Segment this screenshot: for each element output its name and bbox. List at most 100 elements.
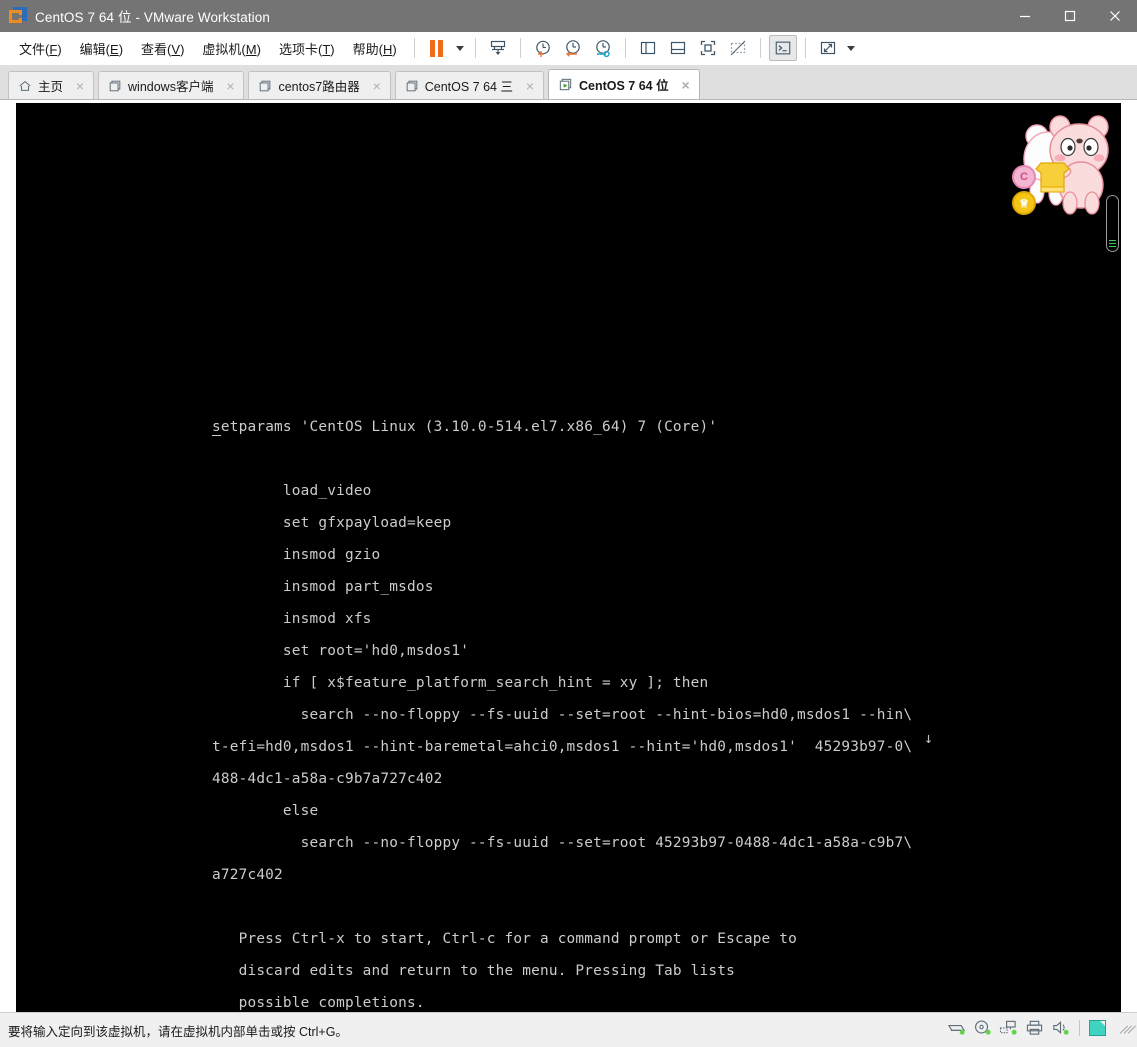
tab-centos7-router[interactable]: centos7路由器 ×	[248, 71, 391, 99]
send-ctrl-alt-del-button[interactable]	[484, 35, 512, 61]
tab-home[interactable]: 主页 ×	[8, 71, 95, 99]
console-help-line: discard edits and return to the menu. Pr…	[212, 963, 735, 979]
show-bottom-pane-button[interactable]	[664, 35, 692, 61]
console-line: set gfxpayload=keep	[212, 515, 452, 531]
snapshot-manager-button[interactable]	[589, 35, 617, 61]
minimize-icon	[1019, 15, 1030, 18]
toolbar-separator	[804, 38, 806, 58]
menu-view[interactable]: 查看(V)	[132, 35, 193, 62]
vm-console-screen[interactable]: setparams 'CentOS Linux (3.10.0-514.el7.…	[16, 103, 1121, 1013]
menu-tabs[interactable]: 选项卡(T)	[270, 35, 344, 62]
home-icon	[18, 79, 32, 93]
console-line: setparams 'CentOS Linux (3.10.0-514.el7.…	[212, 419, 912, 436]
close-icon	[1109, 11, 1120, 21]
console-line: insmod xfs	[212, 611, 372, 627]
console-scroll-down-indicator: ↓	[924, 729, 934, 747]
window-title-bar: CentOS 7 64 位 - VMware Workstation	[0, 0, 1137, 32]
console-line-rest: etparams 'CentOS Linux (3.10.0-514.el7.x…	[220, 419, 718, 435]
pane-left-icon	[640, 41, 655, 55]
tab-label: CentOS 7 64 三	[424, 80, 513, 94]
toolbar-separator	[474, 38, 476, 58]
console-line: insmod gzio	[212, 547, 381, 563]
tab-close-icon[interactable]: ×	[370, 79, 384, 93]
pause-dropdown-button[interactable]	[452, 35, 468, 61]
console-line: set root='hd0,msdos1'	[212, 643, 470, 659]
full-screen-button[interactable]	[694, 35, 722, 61]
tab-centos7-64-active[interactable]: CentOS 7 64 位 ×	[547, 69, 700, 99]
menu-help[interactable]: 帮助(H)	[344, 35, 406, 62]
sticker-badge-pink: C	[1012, 165, 1036, 189]
cursor-underline: s	[212, 419, 221, 436]
vm-screen-icon	[405, 79, 419, 93]
status-separator	[1079, 1019, 1080, 1036]
tab-close-icon[interactable]: ×	[73, 79, 87, 93]
vm-screen-running-icon	[558, 77, 573, 92]
pause-vm-button[interactable]	[423, 35, 451, 61]
toolbar-separator	[759, 38, 761, 58]
console-prompt-icon	[775, 41, 790, 55]
overlay-side-pill-widget[interactable]	[1106, 195, 1119, 252]
show-left-pane-button[interactable]	[634, 35, 662, 61]
toolbar-separator	[519, 38, 521, 58]
vm-tab-bar: 主页 × windows客户端 × centos7路由器 × CentOS 7 …	[0, 65, 1137, 100]
toolbar-separator	[624, 38, 626, 58]
vm-screen-icon	[258, 79, 272, 93]
console-line: t-efi=hd0,msdos1 --hint-baremetal=ahci0,…	[212, 739, 913, 755]
network-adapter-device-icon[interactable]	[999, 1019, 1018, 1036]
fullscreen-icon	[700, 40, 715, 56]
take-snapshot-button[interactable]	[529, 35, 557, 61]
console-view-button[interactable]	[768, 35, 797, 61]
console-line: search --no-floppy --fs-uuid --set=root …	[212, 835, 913, 851]
tab-label: 主页	[38, 80, 64, 94]
menu-file[interactable]: 文件(F)	[10, 35, 71, 62]
sticker-badge-yellow: ♕	[1012, 191, 1036, 215]
maximize-button[interactable]	[1047, 0, 1092, 32]
tab-centos7-64-three[interactable]: CentOS 7 64 三 ×	[394, 71, 544, 99]
snapshot-manager-icon	[595, 40, 610, 58]
console-line: load_video	[212, 483, 372, 499]
vm-active-indicator[interactable]	[1089, 1019, 1106, 1036]
tab-label: CentOS 7 64 位	[578, 79, 669, 93]
cd-dvd-device-icon[interactable]	[973, 1019, 992, 1036]
tab-label: centos7路由器	[278, 80, 360, 94]
snapshot-add-icon	[535, 40, 550, 57]
stretch-arrows-icon	[820, 41, 835, 55]
pane-bottom-icon	[670, 41, 685, 55]
toolbar-separator	[413, 38, 415, 58]
minimize-button[interactable]	[1002, 0, 1047, 32]
grub-edit-console-text: setparams 'CentOS Linux (3.10.0-514.el7.…	[212, 403, 912, 1013]
stretch-dropdown-button[interactable]	[843, 35, 859, 61]
console-line: search --no-floppy --fs-uuid --set=root …	[212, 707, 913, 723]
resize-grip-icon[interactable]	[1117, 1021, 1137, 1035]
vmware-logo-icon	[9, 7, 27, 25]
sound-card-device-icon[interactable]	[1051, 1019, 1070, 1036]
printer-device-icon[interactable]	[1025, 1019, 1044, 1036]
keyboard-send-icon	[490, 40, 505, 55]
revert-snapshot-button[interactable]	[559, 35, 587, 61]
tab-close-icon[interactable]: ×	[523, 79, 537, 93]
console-line: a727c402	[212, 867, 283, 883]
close-button[interactable]	[1092, 0, 1137, 32]
console-line: else	[212, 803, 319, 819]
hard-disk-device-icon[interactable]	[947, 1019, 966, 1036]
menu-edit[interactable]: 编辑(E)	[71, 35, 132, 62]
console-line: insmod part_msdos	[212, 579, 434, 595]
menu-toolbar: 文件(F) 编辑(E) 查看(V) 虚拟机(M) 选项卡(T) 帮助(H)	[0, 32, 1137, 65]
pause-icon	[430, 39, 444, 57]
vm-screen-icon	[108, 79, 122, 93]
unity-mode-icon	[730, 40, 746, 56]
console-help-line: Press Ctrl-x to start, Ctrl-c for a comm…	[212, 931, 798, 947]
window-controls	[1002, 0, 1137, 32]
status-device-icons	[947, 1019, 1137, 1036]
status-message: 要将输入定向到该虚拟机，请在虚拟机内部单击或按 Ctrl+G。	[8, 1024, 348, 1039]
snapshot-revert-icon	[565, 40, 580, 57]
tab-close-icon[interactable]: ×	[223, 79, 237, 93]
console-line: 488-4dc1-a58a-c9b7a727c402	[212, 771, 443, 787]
tab-windows-client[interactable]: windows客户端 ×	[98, 71, 245, 99]
unity-mode-button[interactable]	[724, 35, 752, 61]
menu-vm[interactable]: 虚拟机(M)	[193, 35, 270, 62]
tab-close-icon[interactable]: ×	[679, 78, 693, 92]
tab-label: windows客户端	[128, 80, 214, 94]
stretch-view-button[interactable]	[814, 35, 842, 61]
